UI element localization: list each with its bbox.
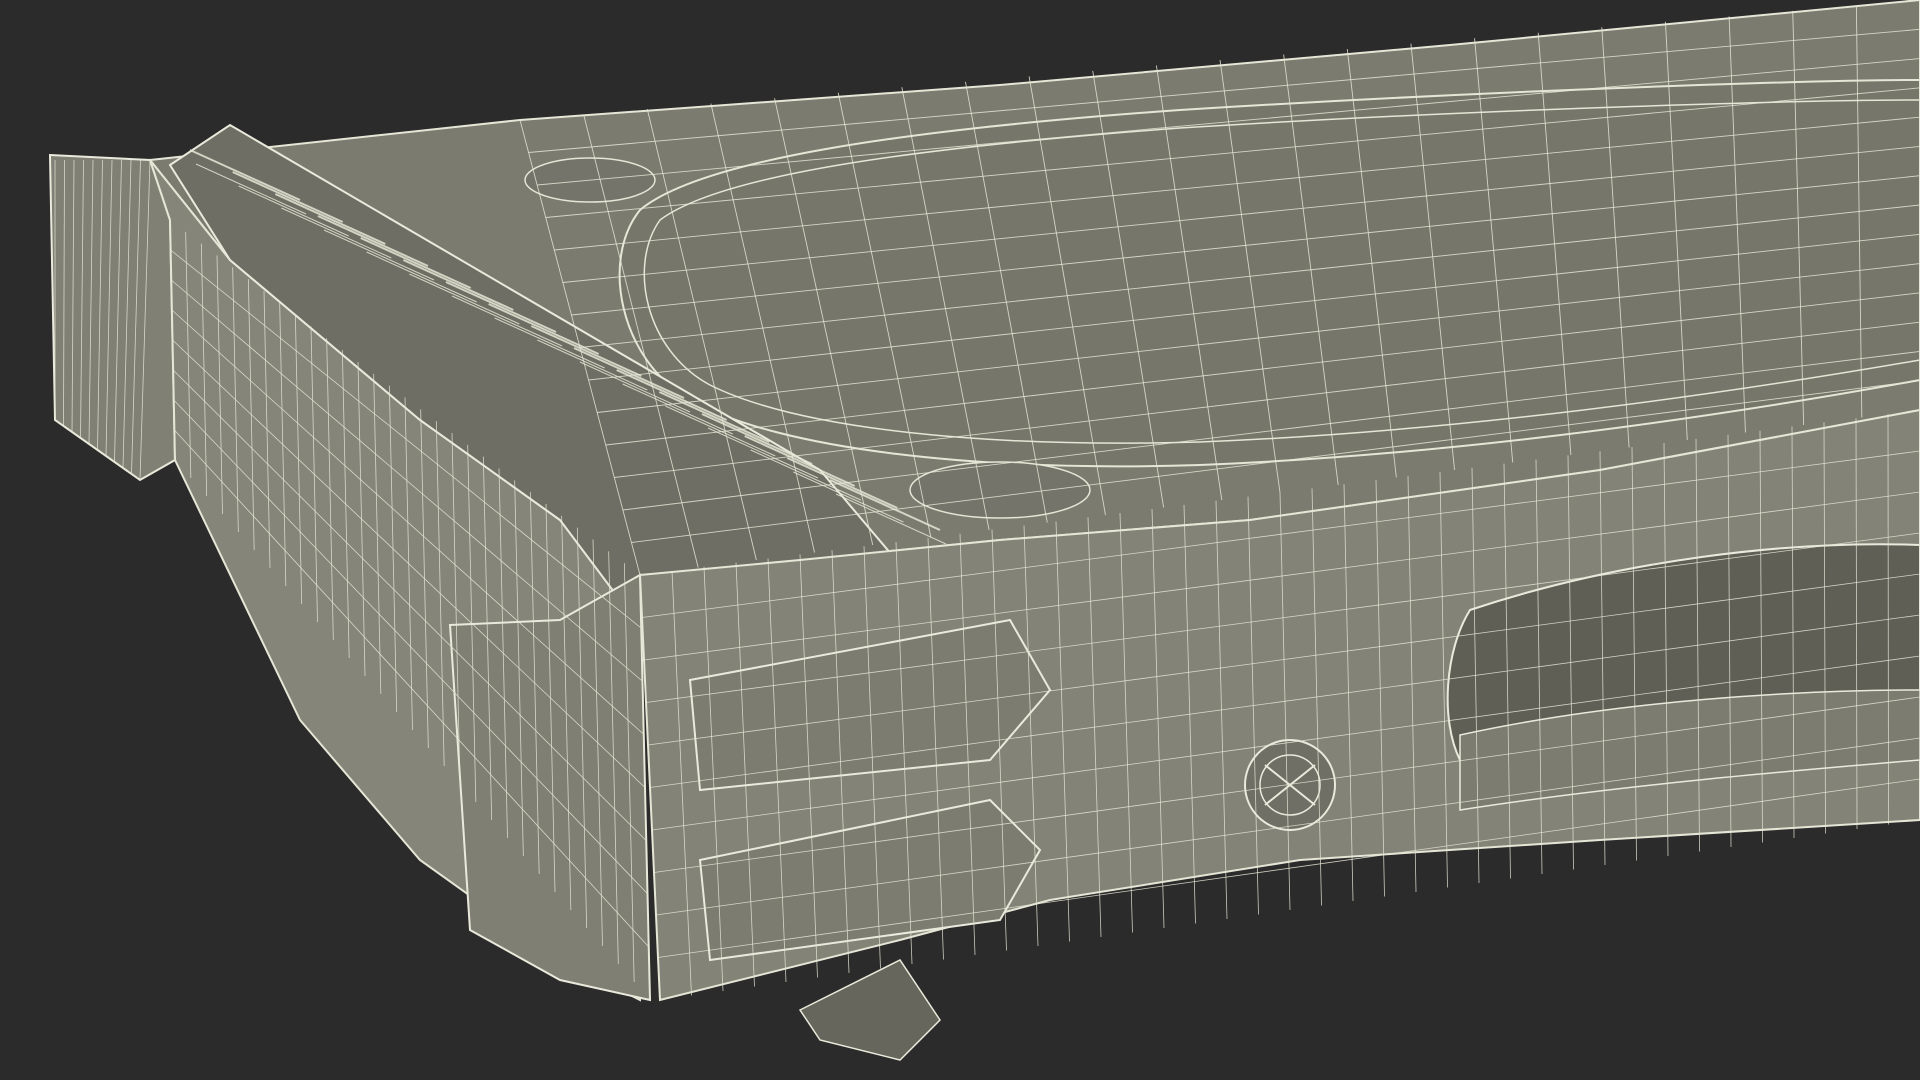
viewport [0,0,1920,1080]
front-corner-face [448,573,652,1002]
top-boss-lower [909,461,1091,519]
wireframe-render [0,0,1920,1080]
